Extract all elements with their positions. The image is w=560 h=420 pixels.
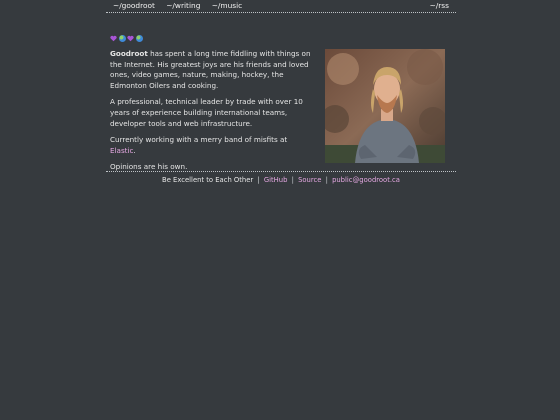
nav-link-writing[interactable]: ~/writing — [166, 1, 200, 10]
earth-globe-icon — [135, 35, 143, 42]
work-suffix: . — [133, 145, 136, 155]
main-content: Goodroot has spent a long time fiddling … — [106, 13, 456, 172]
bio-section: Goodroot has spent a long time fiddling … — [110, 34, 315, 179]
bio-paragraph-work: Currently working with a merry band of m… — [110, 135, 315, 156]
bio-paragraph-professional: A professional, technical leader by trad… — [110, 97, 303, 128]
work-prefix: Currently working with a merry band of m… — [110, 135, 288, 145]
profile-photo — [325, 49, 445, 163]
purple-heart-icon — [110, 35, 117, 42]
employer-link[interactable]: Elastic — [110, 146, 133, 155]
nav-link-music[interactable]: ~/music — [212, 1, 243, 10]
earth-globe-icon — [118, 35, 126, 42]
bio-paragraph-intro: Goodroot has spent a long time fiddling … — [110, 49, 315, 91]
page-container: ~/goodroot ~/writing ~/music ~/rss Goodr… — [106, 0, 456, 184]
top-nav: ~/goodroot ~/writing ~/music ~/rss — [106, 0, 456, 13]
author-name: Goodroot — [110, 49, 148, 58]
nav-left: ~/goodroot ~/writing ~/music — [113, 1, 251, 10]
footer-separator: | — [325, 176, 328, 184]
purple-heart-icon — [127, 35, 134, 42]
nav-link-home[interactable]: ~/goodroot — [113, 1, 155, 10]
footer-link-email[interactable]: public@goodroot.ca — [332, 176, 400, 184]
bio-paragraph-disclaimer: Opinions are his own. — [110, 162, 188, 172]
nav-link-rss[interactable]: ~/rss — [430, 1, 449, 10]
emoji-row — [110, 34, 315, 43]
